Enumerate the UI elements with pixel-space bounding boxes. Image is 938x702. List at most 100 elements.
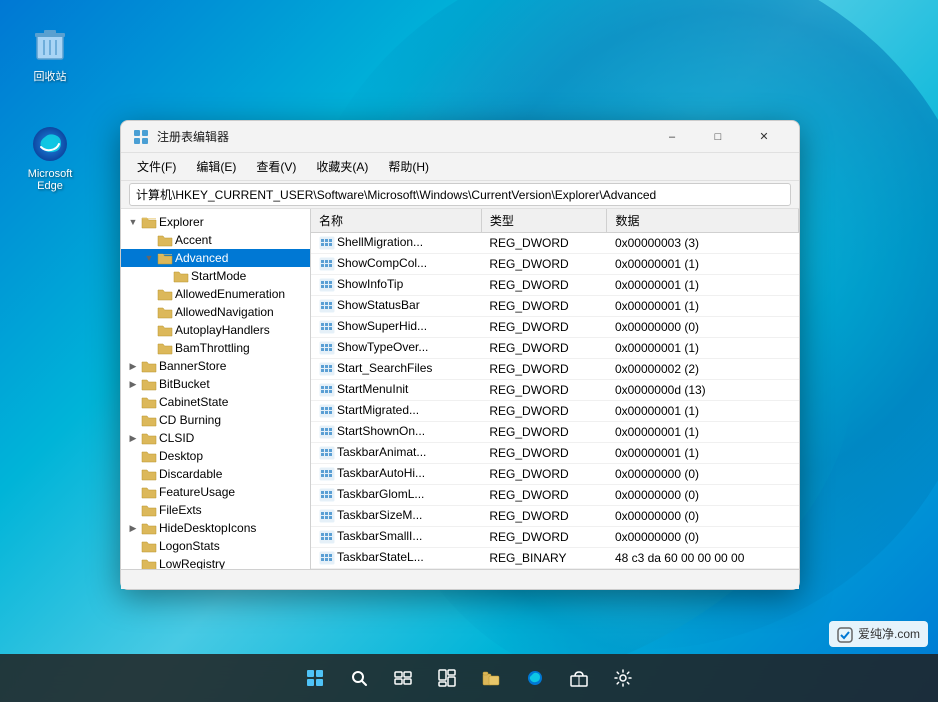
menu-item[interactable]: 查看(V) xyxy=(248,156,304,177)
entry-data: 0x00000003 (3) xyxy=(607,233,799,254)
tree-label: BitBucket xyxy=(159,377,210,391)
entry-type: REG_DWORD xyxy=(481,275,607,296)
tree-label: BamThrottling xyxy=(175,341,250,355)
table-row[interactable]: StartMigrated...REG_DWORD0x00000001 (1) xyxy=(311,401,799,422)
edge-desktop-icon[interactable]: Microsoft Edge xyxy=(15,120,85,196)
tree-label: Accent xyxy=(175,233,212,247)
tree-item-fileexts[interactable]: FileExts xyxy=(121,501,310,519)
entry-type: REG_DWORD xyxy=(481,443,607,464)
tree-item-featureusage[interactable]: FeatureUsage xyxy=(121,483,310,501)
folder-icon xyxy=(141,556,157,569)
widgets-button[interactable] xyxy=(427,658,467,698)
tree-item-lowregistry[interactable]: LowRegistry xyxy=(121,555,310,569)
tree-label: FeatureUsage xyxy=(159,485,235,499)
reg-dword-icon xyxy=(319,361,335,377)
entry-data: 0x00000000 (0) xyxy=(607,485,799,506)
tree-item-discardable[interactable]: Discardable xyxy=(121,465,310,483)
tree-item-banner[interactable]: ▶ BannerStore xyxy=(121,357,310,375)
menu-item[interactable]: 编辑(E) xyxy=(188,156,244,177)
table-row[interactable]: TaskbarSmallI...REG_DWORD0x00000000 (0) xyxy=(311,527,799,548)
tree-item-bitbucket[interactable]: ▶ BitBucket xyxy=(121,375,310,393)
tree-item-startmode[interactable]: StartMode xyxy=(121,267,310,285)
table-row[interactable]: TaskbarAnimat...REG_DWORD0x00000001 (1) xyxy=(311,443,799,464)
table-row[interactable]: ShellMigration...REG_DWORD0x00000003 (3) xyxy=(311,233,799,254)
close-button[interactable]: ✕ xyxy=(741,121,787,153)
tree-item-desktop[interactable]: Desktop xyxy=(121,447,310,465)
menu-item[interactable]: 收藏夹(A) xyxy=(308,156,376,177)
entry-data: 0x00000001 (1) xyxy=(607,422,799,443)
menu-item[interactable]: 文件(F) xyxy=(129,156,184,177)
tree-item-clsid[interactable]: ▶ CLSID xyxy=(121,429,310,447)
table-row[interactable]: ShowCompCol...REG_DWORD0x00000001 (1) xyxy=(311,254,799,275)
maximize-button[interactable]: □ xyxy=(695,121,741,153)
tree-item-logonstats[interactable]: LogonStats xyxy=(121,537,310,555)
entry-name: TaskbarSizeM... xyxy=(311,506,481,527)
entry-name: Start_SearchFiles xyxy=(311,359,481,380)
explorer-taskbar-button[interactable] xyxy=(471,658,511,698)
entry-type: REG_DWORD xyxy=(481,317,607,338)
folder-icon xyxy=(141,394,157,410)
tree-item-hidedesktop[interactable]: ▶ HideDesktopIcons xyxy=(121,519,310,537)
folder-icon xyxy=(141,412,157,428)
reg-dword-icon xyxy=(319,508,335,524)
tree-item-autoplay[interactable]: AutoplayHandlers xyxy=(121,321,310,339)
tree-item-allowed-enum[interactable]: AllowedEnumeration xyxy=(121,285,310,303)
watermark-text: 爱纯净.com xyxy=(858,627,920,641)
start-button[interactable] xyxy=(295,658,335,698)
folder-icon xyxy=(141,430,157,446)
tree-panel[interactable]: ▼ Explorer Accent ▼ xyxy=(121,209,311,569)
folder-icon xyxy=(157,304,173,320)
taskview-button[interactable] xyxy=(383,658,423,698)
folder-icon xyxy=(141,538,157,554)
table-row[interactable]: ShowInfoTipREG_DWORD0x00000001 (1) xyxy=(311,275,799,296)
entries-panel[interactable]: 名称 类型 数据 ShellMigration...REG_DWORD0x000… xyxy=(311,209,799,569)
menu-item[interactable]: 帮助(H) xyxy=(380,156,437,177)
tree-item-cabinet[interactable]: CabinetState xyxy=(121,393,310,411)
entry-data: 0x00000000 (0) xyxy=(607,527,799,548)
tree-item-explorer[interactable]: ▼ Explorer xyxy=(121,213,310,231)
reg-dword-icon xyxy=(319,403,335,419)
store-taskbar-button[interactable] xyxy=(559,658,599,698)
col-type: 类型 xyxy=(481,209,607,233)
address-input[interactable]: 计算机\HKEY_CURRENT_USER\Software\Microsoft… xyxy=(129,183,791,206)
recycle-bin-image xyxy=(30,24,70,64)
entry-type: REG_DWORD xyxy=(481,527,607,548)
reg-dword-icon xyxy=(319,466,335,482)
edge-taskbar-button[interactable] xyxy=(515,658,555,698)
taskbar xyxy=(0,654,938,702)
settings-taskbar-button[interactable] xyxy=(603,658,643,698)
recycle-bin-icon[interactable]: 回收站 xyxy=(15,20,85,88)
tree-item-accent[interactable]: Accent xyxy=(121,231,310,249)
table-row[interactable]: ShowTypeOver...REG_DWORD0x00000001 (1) xyxy=(311,338,799,359)
reg-dword-icon xyxy=(319,340,335,356)
tree-label: BannerStore xyxy=(159,359,226,373)
folder-icon xyxy=(141,466,157,482)
tree-item-advanced[interactable]: ▼ Advanced xyxy=(121,249,310,267)
tree-label: AutoplayHandlers xyxy=(175,323,270,337)
table-row[interactable]: TaskbarAutoHi...REG_DWORD0x00000000 (0) xyxy=(311,464,799,485)
table-row[interactable]: StartShownOn...REG_DWORD0x00000001 (1) xyxy=(311,422,799,443)
reg-dword-icon xyxy=(319,424,335,440)
folder-icon xyxy=(157,286,173,302)
entry-data: 0x00000002 (2) xyxy=(607,359,799,380)
reg-dword-icon xyxy=(319,256,335,272)
table-row[interactable]: Start_SearchFilesREG_DWORD0x00000002 (2) xyxy=(311,359,799,380)
table-row[interactable]: ShowStatusBarREG_DWORD0x00000001 (1) xyxy=(311,296,799,317)
table-row[interactable]: ShowSuperHid...REG_DWORD0x00000000 (0) xyxy=(311,317,799,338)
tree-item-cdburning[interactable]: CD Burning xyxy=(121,411,310,429)
tree-item-bam[interactable]: BamThrottling xyxy=(121,339,310,357)
reg-dword-icon xyxy=(319,445,335,461)
table-row[interactable]: TaskbarGlomL...REG_DWORD0x00000000 (0) xyxy=(311,485,799,506)
table-row[interactable]: TaskbarStateL...REG_BINARY48 c3 da 60 00… xyxy=(311,548,799,569)
folder-icon xyxy=(141,214,157,230)
folder-icon xyxy=(157,340,173,356)
tree-label: LogonStats xyxy=(159,539,220,553)
entry-data: 0x00000000 (0) xyxy=(607,506,799,527)
minimize-button[interactable]: – xyxy=(649,121,695,153)
entry-type: REG_DWORD xyxy=(481,380,607,401)
table-row[interactable]: TaskbarSizeM...REG_DWORD0x00000000 (0) xyxy=(311,506,799,527)
search-taskbar-button[interactable] xyxy=(339,658,379,698)
table-row[interactable]: StartMenuInitREG_DWORD0x0000000d (13) xyxy=(311,380,799,401)
tree-item-allowed-nav[interactable]: AllowedNavigation xyxy=(121,303,310,321)
entry-name: StartShownOn... xyxy=(311,422,481,443)
